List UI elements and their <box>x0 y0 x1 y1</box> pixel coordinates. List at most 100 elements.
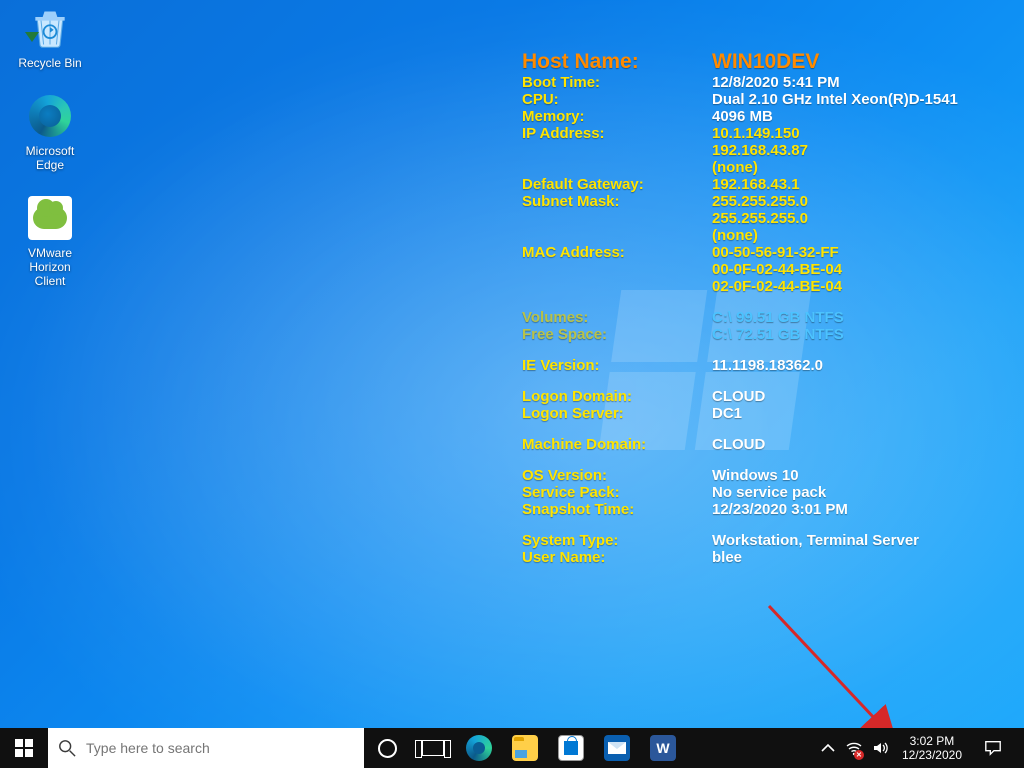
bginfo-label: Logon Domain: <box>522 388 712 405</box>
task-view-button[interactable] <box>410 728 456 768</box>
desktop-icons: Recycle Bin Microsoft Edge VMware Horizo… <box>10 4 100 310</box>
windows-logo-icon <box>15 739 33 757</box>
bginfo-value: 12/8/2020 5:41 PM <box>712 74 1002 91</box>
bginfo-row: Logon Server:DC1 <box>522 405 1002 422</box>
bginfo-label: IP Address: <box>522 125 712 176</box>
bginfo-row: IE Version:11.1198.18362.0 <box>522 357 1002 374</box>
bginfo-row: Logon Domain:CLOUD <box>522 388 1002 405</box>
bginfo-row: User Name:blee <box>522 549 1002 566</box>
bginfo-row: CPU:Dual 2.10 GHz Intel Xeon(R)D-1541 <box>522 91 1002 108</box>
taskbar-pinned-apps: W <box>364 728 686 768</box>
chevron-up-icon <box>820 740 836 756</box>
bginfo-row: Snapshot Time:12/23/2020 3:01 PM <box>522 501 1002 518</box>
recycle-bin[interactable]: Recycle Bin <box>10 4 90 70</box>
horizon-icon <box>26 194 74 242</box>
bginfo-row: Subnet Mask:255.255.255.0255.255.255.0(n… <box>522 193 1002 244</box>
bginfo-label: Host Name: <box>522 50 712 74</box>
bginfo-row: Free Space:C:\ 72.51 GB NTFS <box>522 326 1002 343</box>
taskbar-app-store[interactable] <box>548 728 594 768</box>
edge-icon <box>466 735 492 761</box>
bginfo-value: 4096 MB <box>712 108 1002 125</box>
bginfo-value: DC1 <box>712 405 1002 422</box>
task-view-icon <box>422 740 444 756</box>
icon-label: VMware Horizon Client <box>10 246 90 288</box>
bginfo-row: System Type:Workstation, Terminal Server <box>522 532 1002 549</box>
file-explorer-icon <box>512 735 538 761</box>
bginfo-value: Dual 2.10 GHz Intel Xeon(R)D-1541 <box>712 91 1002 108</box>
taskbar-app-mail[interactable] <box>594 728 640 768</box>
bginfo-label: MAC Address: <box>522 244 712 295</box>
taskbar: W ✕ 3:02 PM 12/23/2020 <box>0 728 1024 768</box>
taskbar-app-edge[interactable] <box>456 728 502 768</box>
bginfo-value: Windows 10 <box>712 467 1002 484</box>
tray-network[interactable]: ✕ <box>842 728 866 768</box>
bginfo-value: 255.255.255.0255.255.255.0(none) <box>712 193 1002 244</box>
bginfo-label: System Type: <box>522 532 712 549</box>
clock-date: 12/23/2020 <box>902 748 962 762</box>
bginfo-value: C:\ 72.51 GB NTFS <box>712 326 1002 343</box>
bginfo-overlay: Host Name:WIN10DEVBoot Time:12/8/2020 5:… <box>522 50 1002 566</box>
bginfo-label: IE Version: <box>522 357 712 374</box>
bginfo-label: Snapshot Time: <box>522 501 712 518</box>
bginfo-label: Volumes: <box>522 309 712 326</box>
bginfo-row: IP Address:10.1.149.150192.168.43.87(non… <box>522 125 1002 176</box>
bginfo-label: User Name: <box>522 549 712 566</box>
start-button[interactable] <box>0 728 48 768</box>
bginfo-row: Service Pack:No service pack <box>522 484 1002 501</box>
word-icon: W <box>650 735 676 761</box>
bginfo-value: 10.1.149.150192.168.43.87(none) <box>712 125 1002 176</box>
bginfo-label: Memory: <box>522 108 712 125</box>
bginfo-label: Free Space: <box>522 326 712 343</box>
bginfo-label: Boot Time: <box>522 74 712 91</box>
search-input[interactable] <box>86 740 354 756</box>
microsoft-edge[interactable]: Microsoft Edge <box>10 92 90 172</box>
bginfo-row: OS Version:Windows 10 <box>522 467 1002 484</box>
icon-label: Microsoft Edge <box>10 144 90 172</box>
notification-icon <box>984 739 1002 757</box>
bginfo-label: OS Version: <box>522 467 712 484</box>
bginfo-row: Default Gateway:192.168.43.1 <box>522 176 1002 193</box>
bginfo-row: Host Name:WIN10DEV <box>522 50 1002 74</box>
bginfo-value: CLOUD <box>712 436 1002 453</box>
bginfo-value: 00-50-56-91-32-FF00-0F-02-44-BE-0402-0F-… <box>712 244 1002 295</box>
bginfo-value: C:\ 99.51 GB NTFS <box>712 309 1002 326</box>
bginfo-value: WIN10DEV <box>712 50 1002 74</box>
clock-time: 3:02 PM <box>902 734 962 748</box>
bginfo-label: Logon Server: <box>522 405 712 422</box>
action-center-button[interactable] <box>972 728 1014 768</box>
bginfo-row: Boot Time:12/8/2020 5:41 PM <box>522 74 1002 91</box>
icon-label: Recycle Bin <box>10 56 90 70</box>
bginfo-value: No service pack <box>712 484 1002 501</box>
taskbar-app-word[interactable]: W <box>640 728 686 768</box>
no-internet-badge-icon: ✕ <box>854 750 864 760</box>
taskbar-clock[interactable]: 3:02 PM 12/23/2020 <box>894 734 970 762</box>
bginfo-label: CPU: <box>522 91 712 108</box>
tray-overflow-button[interactable] <box>816 728 840 768</box>
bginfo-value: 192.168.43.1 <box>712 176 1002 193</box>
bginfo-label: Default Gateway: <box>522 176 712 193</box>
bginfo-value: blee <box>712 549 1002 566</box>
bginfo-row: MAC Address:00-50-56-91-32-FF00-0F-02-44… <box>522 244 1002 295</box>
system-tray: ✕ 3:02 PM 12/23/2020 <box>816 728 1024 768</box>
bginfo-row: Memory:4096 MB <box>522 108 1002 125</box>
store-icon <box>558 735 584 761</box>
bginfo-label: Machine Domain: <box>522 436 712 453</box>
taskbar-app-explorer[interactable] <box>502 728 548 768</box>
speaker-icon <box>872 740 888 756</box>
bginfo-value: 12/23/2020 3:01 PM <box>712 501 1002 518</box>
tray-volume[interactable] <box>868 728 892 768</box>
bginfo-label: Subnet Mask: <box>522 193 712 244</box>
cortana-button[interactable] <box>364 728 410 768</box>
mail-icon <box>604 735 630 761</box>
taskbar-search[interactable] <box>48 728 364 768</box>
vmware-horizon-client[interactable]: VMware Horizon Client <box>10 194 90 288</box>
cortana-icon <box>378 739 397 758</box>
edge-icon <box>26 92 74 140</box>
bginfo-label: Service Pack: <box>522 484 712 501</box>
search-icon <box>58 739 76 757</box>
bginfo-row: Volumes:C:\ 99.51 GB NTFS <box>522 309 1002 326</box>
bginfo-value: Workstation, Terminal Server <box>712 532 1002 549</box>
bginfo-value: 11.1198.18362.0 <box>712 357 1002 374</box>
bginfo-value: CLOUD <box>712 388 1002 405</box>
recycle-bin-icon <box>26 4 74 52</box>
